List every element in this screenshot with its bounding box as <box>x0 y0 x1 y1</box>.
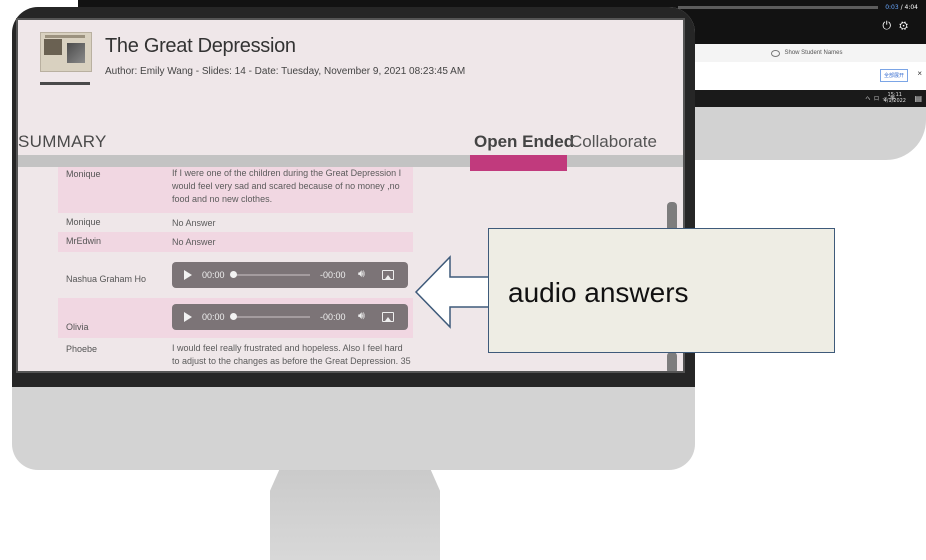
presentation-thumbnail[interactable] <box>40 32 92 72</box>
expand-all-button[interactable]: 全部展开 <box>880 69 908 82</box>
video-time: 0:03 / 4:04 <box>885 4 918 11</box>
callout-arrow-icon <box>414 255 491 329</box>
student-answer: No Answer <box>172 218 216 228</box>
student-name: Monique <box>66 169 101 179</box>
audio-time-remaining: -00:00 <box>320 312 346 322</box>
close-icon[interactable]: × <box>917 69 922 78</box>
show-student-names-toggle[interactable]: Show Student Names <box>688 44 926 62</box>
clock-date: 4/1/2022 <box>883 98 906 104</box>
taskbar-clock: 15:11 4/1/2022 <box>884 92 906 104</box>
audio-player: 00:00 -00:00 🔊︎ <box>172 304 408 330</box>
audio-time-current: 00:00 <box>202 270 225 280</box>
thumbnail-title-bar <box>45 35 85 38</box>
volume-icon[interactable]: 🔊︎ <box>358 268 365 281</box>
thumbnail-photo <box>67 43 85 63</box>
student-answer: If I were one of the children during the… <box>172 168 402 204</box>
video-icons: ⏻⚙ <box>882 20 916 33</box>
audio-seek-bar[interactable] <box>232 316 310 318</box>
audio-seek-handle[interactable] <box>230 271 237 278</box>
audio-seek-handle[interactable] <box>230 313 237 320</box>
list-item: Monique No Answer <box>58 213 413 232</box>
presentation-meta: Author: Emily Wang - Slides: 14 - Date: … <box>105 66 466 77</box>
active-tab-indicator <box>470 155 567 171</box>
audio-player: 00:00 -00:00 🔊︎ <box>172 262 408 288</box>
responses-list: Monique If I were one of the children du… <box>58 167 413 373</box>
audio-seek-bar[interactable] <box>232 274 310 276</box>
translate-bar: 全部展开 × <box>688 62 926 90</box>
student-name: Phoebe <box>66 344 98 354</box>
video-progress-bar[interactable] <box>678 6 878 9</box>
student-name: Nashua Graham Ho <box>66 274 147 284</box>
power-icon[interactable]: ⏻ <box>882 20 899 32</box>
student-answer: I would feel really frustrated and hopel… <box>172 343 411 373</box>
tab-summary[interactable]: SUMMARY <box>18 132 107 152</box>
video-time-total: / 4:04 <box>900 4 918 11</box>
airplay-icon[interactable] <box>382 270 394 280</box>
list-item: Olivia 00:00 -00:00 🔊︎ <box>58 298 413 338</box>
airplay-icon[interactable] <box>382 312 394 322</box>
student-name: Monique <box>66 217 101 227</box>
video-time-current: 0:03 <box>885 4 899 11</box>
show-student-names-label: Show Student Names <box>784 50 843 56</box>
presentation-title: The Great Depression <box>105 35 296 57</box>
tab-divider <box>18 155 685 167</box>
eye-icon <box>771 49 781 57</box>
callout-text: audio answers <box>508 277 689 308</box>
audio-time-remaining: -00:00 <box>320 270 346 280</box>
play-icon[interactable] <box>184 312 192 322</box>
list-item: Nashua Graham Ho 00:00 -00:00 🔊︎ <box>58 258 413 298</box>
audio-time-current: 00:00 <box>202 312 225 322</box>
windows-taskbar: へ 口 ◁ 英 15:11 4/1/2022 ▤ <box>688 90 926 107</box>
play-icon[interactable] <box>184 270 192 280</box>
tab-open-ended[interactable]: Open Ended <box>474 132 574 152</box>
student-answer: No Answer <box>172 237 216 247</box>
list-item: MrEdwin No Answer <box>58 232 413 252</box>
thumbnail-image <box>44 39 62 55</box>
monitor-stand <box>270 460 440 560</box>
thumbnail-underline <box>40 82 90 85</box>
list-item: Phoebe I would feel really frustrated an… <box>58 338 413 373</box>
volume-icon[interactable]: 🔊︎ <box>358 310 365 323</box>
callout-box: audio answers <box>488 228 835 353</box>
list-item: Monique If I were one of the children du… <box>58 167 413 213</box>
notification-icon[interactable]: ▤ <box>914 94 922 103</box>
student-name: Olivia <box>66 322 89 332</box>
student-name: MrEdwin <box>66 236 102 246</box>
scrollbar-thumb-lower[interactable] <box>667 352 677 373</box>
gear-icon[interactable]: ⚙ <box>899 20 916 32</box>
